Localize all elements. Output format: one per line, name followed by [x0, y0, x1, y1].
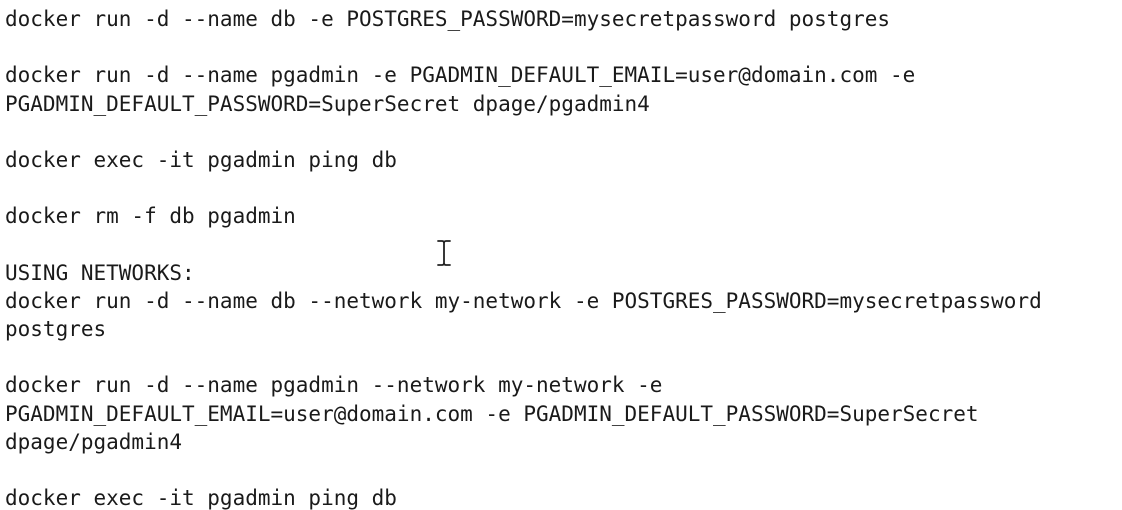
text-content[interactable]: docker run -d --name db -e POSTGRES_PASS… [5, 5, 1042, 510]
text-line[interactable] [5, 456, 1042, 484]
text-line[interactable]: docker run -d --name pgadmin -e PGADMIN_… [5, 61, 1042, 89]
text-cursor-icon [436, 239, 452, 267]
text-line[interactable] [5, 231, 1042, 259]
text-line[interactable] [5, 343, 1042, 371]
text-line[interactable]: postgres [5, 315, 1042, 343]
text-line[interactable] [5, 33, 1042, 61]
text-line[interactable]: docker run -d --name pgadmin --network m… [5, 371, 1042, 399]
text-line[interactable]: docker exec -it pgadmin ping db [5, 146, 1042, 174]
text-line[interactable]: USING NETWORKS: [5, 259, 1042, 287]
text-line[interactable] [5, 174, 1042, 202]
text-line[interactable]: docker run -d --name db --network my-net… [5, 287, 1042, 315]
text-line[interactable]: PGADMIN_DEFAULT_EMAIL=user@domain.com -e… [5, 400, 1042, 428]
text-line[interactable]: docker run -d --name db -e POSTGRES_PASS… [5, 5, 1042, 33]
text-line[interactable]: PGADMIN_DEFAULT_PASSWORD=SuperSecret dpa… [5, 90, 1042, 118]
text-line[interactable]: docker rm -f db pgadmin [5, 202, 1042, 230]
text-editor[interactable]: docker run -d --name db -e POSTGRES_PASS… [0, 0, 1122, 510]
text-line[interactable] [5, 118, 1042, 146]
text-line[interactable]: docker exec -it pgadmin ping db [5, 484, 1042, 510]
text-line[interactable]: dpage/pgadmin4 [5, 428, 1042, 456]
